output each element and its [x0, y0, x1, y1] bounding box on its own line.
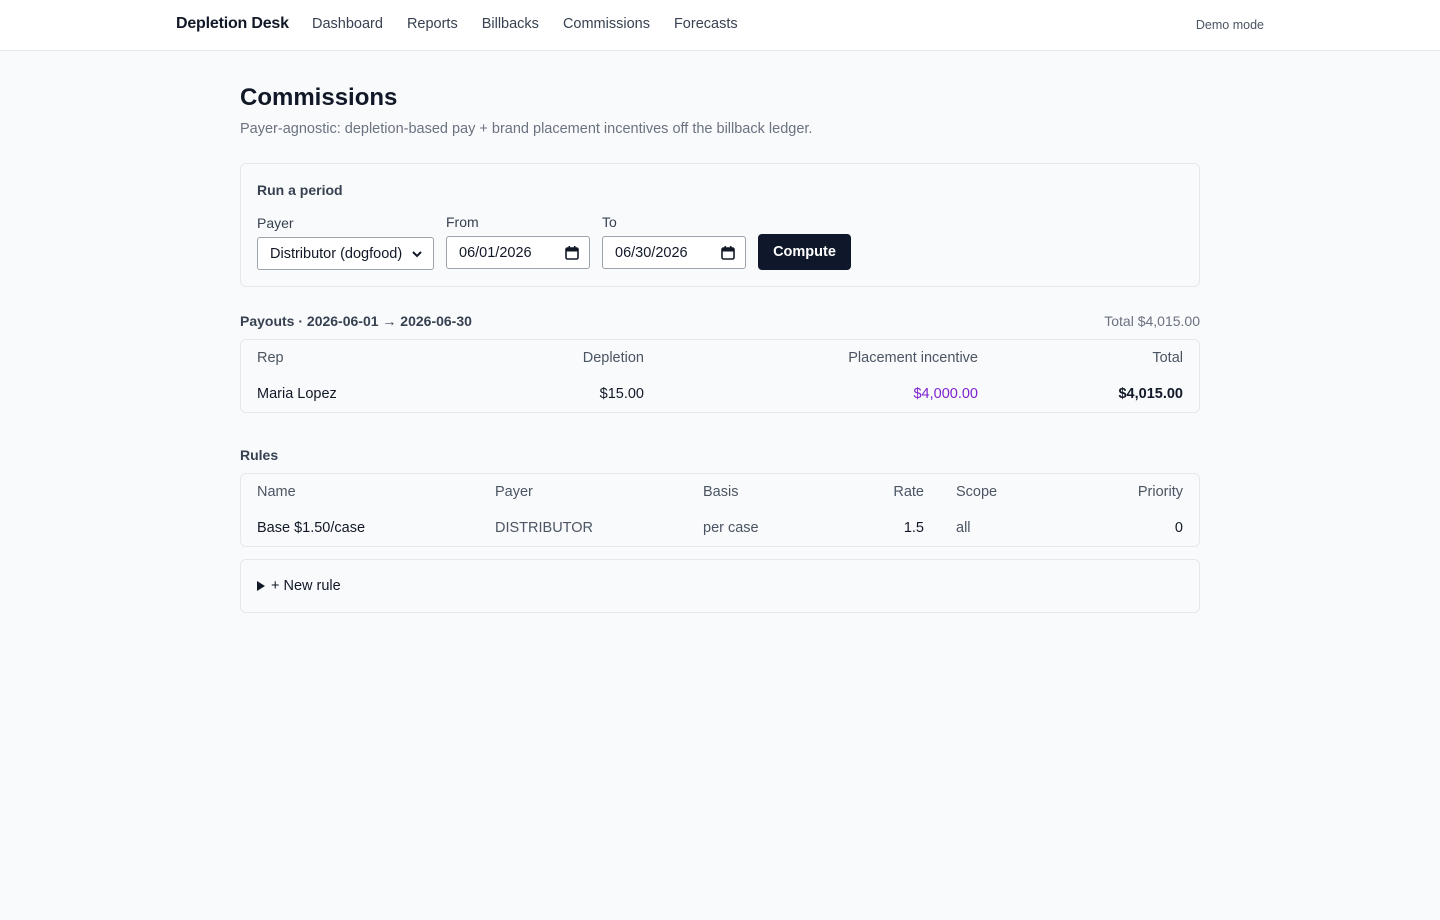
calendar-icon[interactable]	[565, 245, 579, 260]
cell-total: $4,015.00	[1118, 386, 1183, 402]
top-nav-bar: Depletion Desk Dashboard Reports Billbac…	[0, 0, 1440, 51]
col-rate: Rate	[893, 484, 924, 500]
nav-forecasts[interactable]: Forecasts	[674, 16, 738, 32]
nav-billbacks[interactable]: Billbacks	[482, 16, 539, 32]
nav-commissions[interactable]: Commissions	[563, 16, 650, 32]
cell-name: Base $1.50/case	[257, 520, 366, 536]
col-payer: Payer	[495, 484, 533, 500]
col-placement-incentive: Placement incentive	[848, 350, 978, 366]
page-title: Commissions	[240, 84, 398, 111]
cell-basis: per case	[703, 520, 759, 536]
cell-scope: all	[956, 520, 971, 536]
chevron-down-icon	[412, 251, 422, 258]
from-date-input[interactable]: 06/01/2026	[446, 236, 590, 269]
col-name: Name	[257, 484, 296, 500]
run-period-card: Run a period Payer Distributor (dogfood)…	[240, 163, 1200, 287]
rules-heading: Rules	[240, 447, 279, 463]
payer-select-value: Distributor (dogfood)	[270, 245, 403, 262]
cell-payer: DISTRIBUTOR	[495, 520, 594, 536]
app-brand[interactable]: Depletion Desk	[176, 15, 289, 33]
cell-placement-incentive: $4,000.00	[913, 386, 978, 402]
to-date-input[interactable]: 06/30/2026	[602, 236, 746, 269]
nav-dashboard[interactable]: Dashboard	[312, 16, 383, 32]
cell-rate: 1.5	[903, 520, 924, 536]
col-rep: Rep	[257, 350, 284, 366]
from-label: From	[446, 214, 479, 230]
cell-rep: Maria Lopez	[257, 386, 337, 402]
main-nav: Dashboard Reports Billbacks Commissions …	[312, 16, 738, 32]
disclosure-triangle-icon	[257, 581, 265, 591]
run-period-heading: Run a period	[257, 182, 343, 198]
page-subtitle: Payer-agnostic: depletion-based pay + br…	[240, 121, 813, 137]
new-rule-label: + New rule	[271, 578, 341, 594]
from-date-value: 06/01/2026	[459, 244, 532, 261]
payer-label: Payer	[257, 215, 294, 231]
payouts-heading: Payouts · 2026-06-01 → 2026-06-30	[240, 313, 472, 329]
payouts-total: Total $4,015.00	[1104, 313, 1200, 329]
cell-priority: 0	[1174, 520, 1183, 536]
payouts-table: Rep Depletion Placement incentive Total …	[240, 339, 1200, 413]
col-basis: Basis	[703, 484, 739, 500]
to-label: To	[602, 214, 617, 230]
to-date-value: 06/30/2026	[615, 244, 688, 261]
new-rule-toggle[interactable]: + New rule	[257, 578, 341, 594]
rules-table: Name Payer Basis Rate Scope Priority Bas…	[240, 473, 1200, 547]
calendar-icon[interactable]	[721, 245, 735, 260]
payer-select[interactable]: Distributor (dogfood)	[257, 237, 434, 270]
col-total: Total	[1152, 350, 1183, 366]
col-depletion: Depletion	[582, 350, 644, 366]
new-rule-panel: + New rule	[240, 559, 1200, 613]
col-scope: Scope	[956, 484, 998, 500]
col-priority: Priority	[1137, 484, 1183, 500]
compute-button[interactable]: Compute	[758, 234, 851, 270]
demo-mode-indicator: Demo mode	[1195, 18, 1264, 32]
cell-depletion: $15.00	[599, 386, 644, 402]
nav-reports[interactable]: Reports	[407, 16, 458, 32]
